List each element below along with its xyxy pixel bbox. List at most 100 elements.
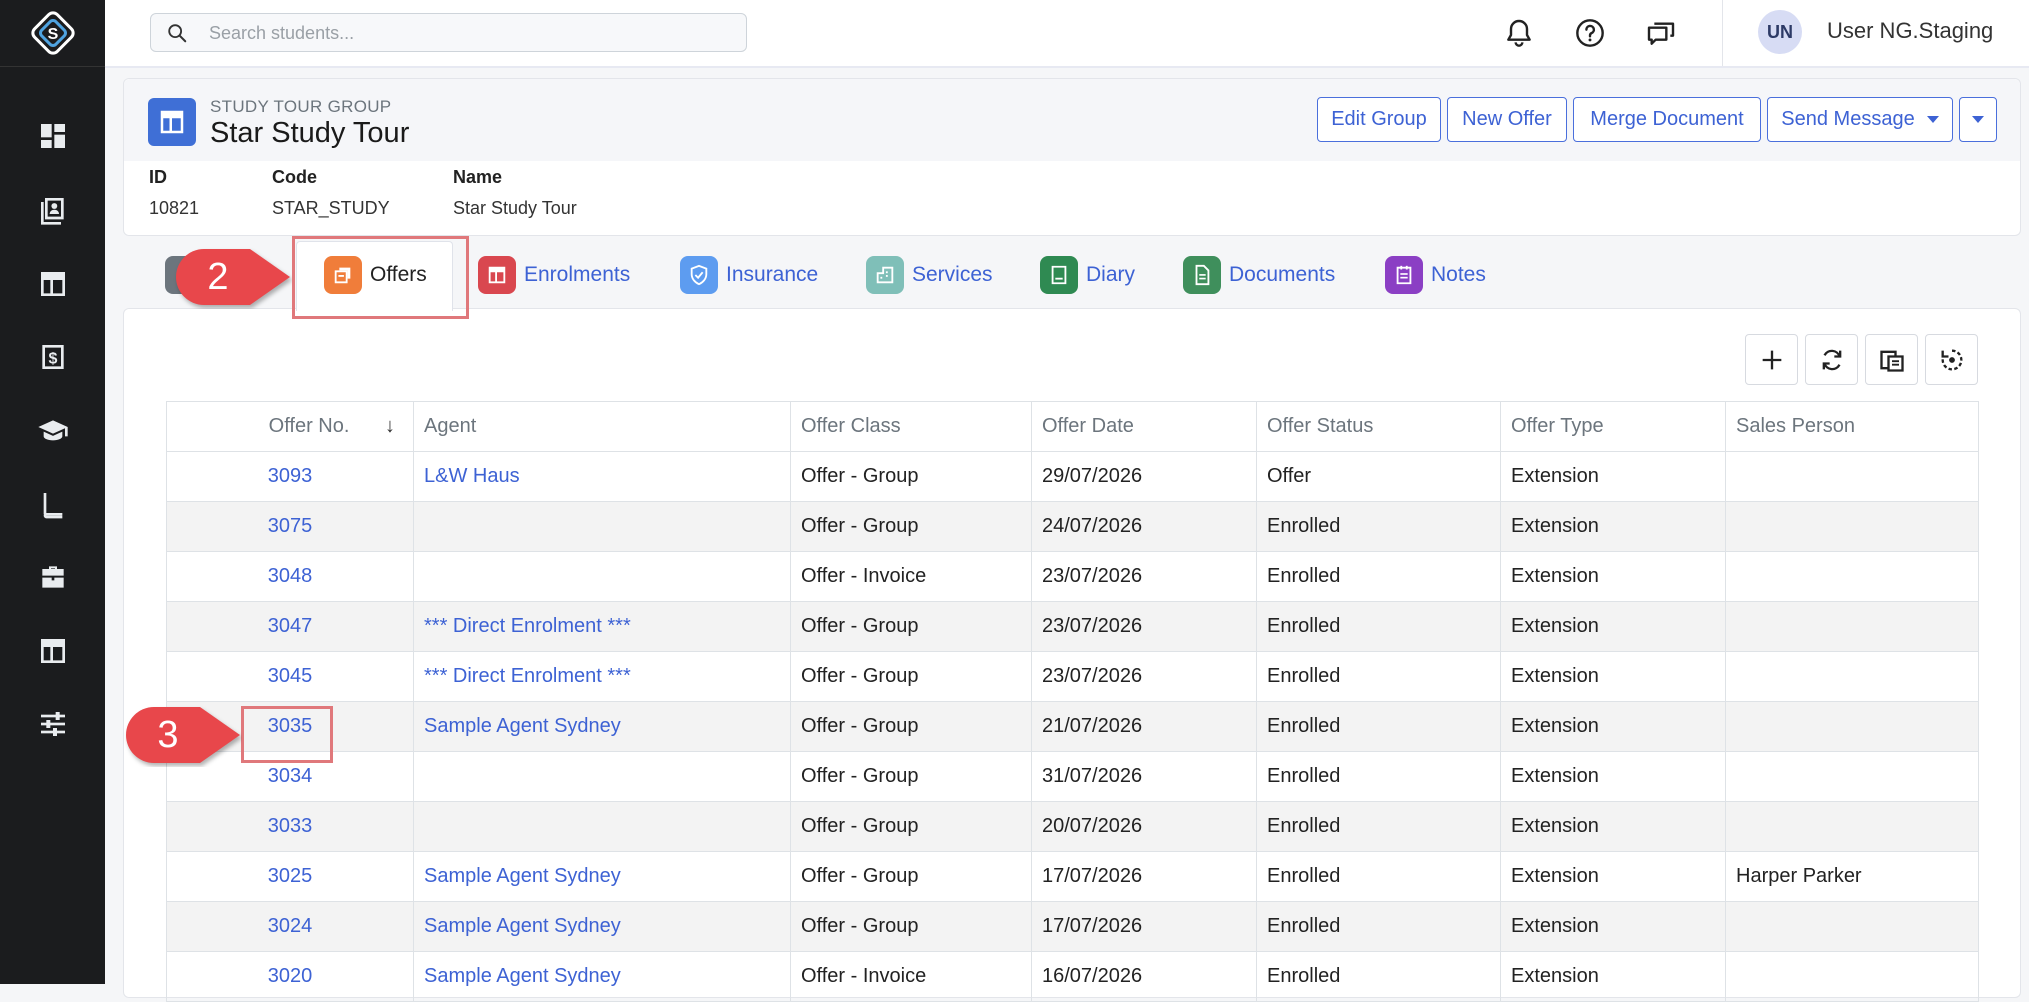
messages-button[interactable] [1645, 17, 1677, 49]
edit-group-button[interactable]: Edit Group [1317, 97, 1441, 142]
app-logo[interactable]: S [0, 0, 105, 67]
tab-diary[interactable]: Diary [1040, 253, 1135, 297]
search-box[interactable] [150, 13, 747, 53]
cell-offer-type: Extension [1500, 801, 1726, 852]
cell-agent[interactable]: L&W Haus [413, 451, 791, 502]
cell-offer-no[interactable]: 3033 [166, 801, 414, 852]
cell-sales-person [1725, 501, 1979, 552]
col-offer-class[interactable]: Offer Class [790, 401, 1032, 452]
cell-offer-no[interactable]: 3045 [166, 651, 414, 702]
nav-settings[interactable] [0, 695, 105, 753]
cell-offer-type: Extension [1500, 601, 1726, 652]
cell-offer-no[interactable]: 3093 [166, 451, 414, 502]
col-offer-type[interactable]: Offer Type [1500, 401, 1726, 452]
group-header-card: STUDY TOUR GROUP Star Study Tour Edit Gr… [123, 78, 2021, 236]
tab-notes[interactable]: Notes [1385, 253, 1486, 297]
col-offer-date[interactable]: Offer Date [1031, 401, 1257, 452]
cell-offer-status: Enrolled [1256, 651, 1501, 702]
cell-agent[interactable]: *** Direct Enrolment *** [413, 651, 791, 702]
id-label: ID [149, 167, 167, 187]
side-nav: S $ [0, 0, 105, 984]
cell-sales-person [1725, 751, 1979, 802]
help-button[interactable] [1574, 17, 1606, 49]
offers-table: Offer No. ↓ Agent Offer Class Offer Date… [166, 401, 1979, 1002]
merge-document-button[interactable]: Merge Document [1573, 97, 1761, 142]
export-button[interactable] [1865, 334, 1918, 385]
nav-courses[interactable] [0, 402, 105, 460]
tab-services[interactable]: Services [866, 253, 993, 297]
cell-offer-type: Extension [1500, 751, 1726, 802]
user-name[interactable]: User NG.Staging [1827, 18, 1993, 44]
cell-offer-class: Offer - Invoice [790, 951, 1032, 1002]
cell-agent[interactable] [413, 501, 791, 552]
cell-agent[interactable] [413, 551, 791, 602]
cell-agent[interactable]: Sample Agent Sydney [413, 851, 791, 902]
svg-text:$: $ [48, 351, 57, 368]
table-row[interactable]: 3047 *** Direct Enrolment *** Offer - Grou… [166, 601, 1979, 652]
help-icon [1576, 19, 1604, 47]
cell-offer-no[interactable]: 3025 [166, 851, 414, 902]
cell-offer-status: Enrolled [1256, 901, 1501, 952]
tab-insurance[interactable]: Insurance [680, 253, 818, 297]
col-offer-no-label: Offer No. [268, 415, 350, 437]
tab-enrolments[interactable]: Enrolments [478, 253, 630, 297]
cell-agent[interactable] [413, 751, 791, 802]
nav-invoices[interactable]: $ [0, 328, 105, 386]
table-row[interactable]: 3035 Sample Agent Sydney Offer - Group 21/0… [166, 701, 1979, 752]
cell-offer-date: 17/07/2026 [1031, 901, 1257, 952]
step-2-callout: 2 [172, 245, 292, 309]
tab-documents[interactable]: Documents [1183, 253, 1335, 297]
col-offer-no[interactable]: Offer No. ↓ [166, 401, 414, 452]
notifications-button[interactable] [1503, 17, 1535, 49]
table-row[interactable]: 3024 Sample Agent Sydney Offer - Group 17/0… [166, 901, 1979, 952]
cell-offer-status: Enrolled [1256, 951, 1501, 1002]
table-row[interactable]: 3093 L&W Haus Offer - Group 29/07/2026 Offer… [166, 451, 1979, 502]
table-row[interactable]: 3048 Offer - Invoice 23/07/2026 Enrolled Ext… [166, 551, 1979, 602]
col-agent[interactable]: Agent [413, 401, 791, 452]
cell-offer-no[interactable]: 3048 [166, 551, 414, 602]
cell-offer-status: Enrolled [1256, 751, 1501, 802]
table-row[interactable]: 3025 Sample Agent Sydney Offer - Group 17/0… [166, 851, 1979, 902]
send-message-button[interactable]: Send Message [1767, 97, 1953, 142]
enrolments-icon [478, 256, 516, 294]
top-bar: UN User NG.Staging [105, 0, 2029, 68]
cell-offer-no[interactable]: 3020 [166, 951, 414, 1002]
cell-agent[interactable]: Sample Agent Sydney [413, 701, 791, 752]
reset-view-button[interactable] [1925, 334, 1978, 385]
add-button[interactable] [1745, 334, 1798, 385]
shield-icon [680, 256, 718, 294]
table-row[interactable]: 3020 Sample Agent Sydney Offer - Invoice 16… [166, 951, 1979, 1002]
nav-layout[interactable] [0, 255, 105, 313]
avatar[interactable]: UN [1758, 10, 1802, 54]
cell-agent[interactable]: Sample Agent Sydney [413, 901, 791, 952]
table-row[interactable]: 3033 Offer - Group 20/07/2026 Enrolled Exten… [166, 801, 1979, 852]
send-message-label: Send Message [1781, 108, 1915, 130]
more-actions-button[interactable] [1959, 97, 1997, 142]
nav-students[interactable] [0, 181, 105, 239]
col-sales-person[interactable]: Sales Person [1725, 401, 1979, 452]
cell-offer-class: Offer - Group [790, 451, 1032, 502]
cell-agent[interactable] [413, 801, 791, 852]
cell-agent[interactable]: Sample Agent Sydney [413, 951, 791, 1002]
header-top: STUDY TOUR GROUP Star Study Tour Edit Gr… [124, 79, 2020, 161]
nav-dashboard[interactable] [0, 107, 105, 165]
nav-business[interactable] [0, 548, 105, 606]
cell-offer-status: Enrolled [1256, 501, 1501, 552]
cell-offer-no[interactable]: 3047 [166, 601, 414, 652]
table-row[interactable]: 3045 *** Direct Enrolment *** Offer - Grou… [166, 651, 1979, 702]
cell-offer-status: Enrolled [1256, 601, 1501, 652]
cell-offer-no[interactable]: 3024 [166, 901, 414, 952]
col-offer-status[interactable]: Offer Status [1256, 401, 1501, 452]
nav-layout-alt[interactable] [0, 622, 105, 680]
new-offer-button[interactable]: New Offer [1447, 97, 1567, 142]
name-label: Name [453, 167, 503, 187]
cell-offer-no[interactable]: 3075 [166, 501, 414, 552]
refresh-button[interactable] [1805, 334, 1858, 385]
table-row[interactable]: 3075 Offer - Group 24/07/2026 Enrolled Exten… [166, 501, 1979, 552]
briefcase-icon [41, 566, 64, 588]
nav-library[interactable] [0, 476, 105, 534]
cell-offer-date: 29/07/2026 [1031, 451, 1257, 502]
search-input[interactable] [207, 14, 731, 53]
table-row[interactable]: 3034 Offer - Group 31/07/2026 Enrolled Exten… [166, 751, 1979, 802]
cell-agent[interactable]: *** Direct Enrolment *** [413, 601, 791, 652]
